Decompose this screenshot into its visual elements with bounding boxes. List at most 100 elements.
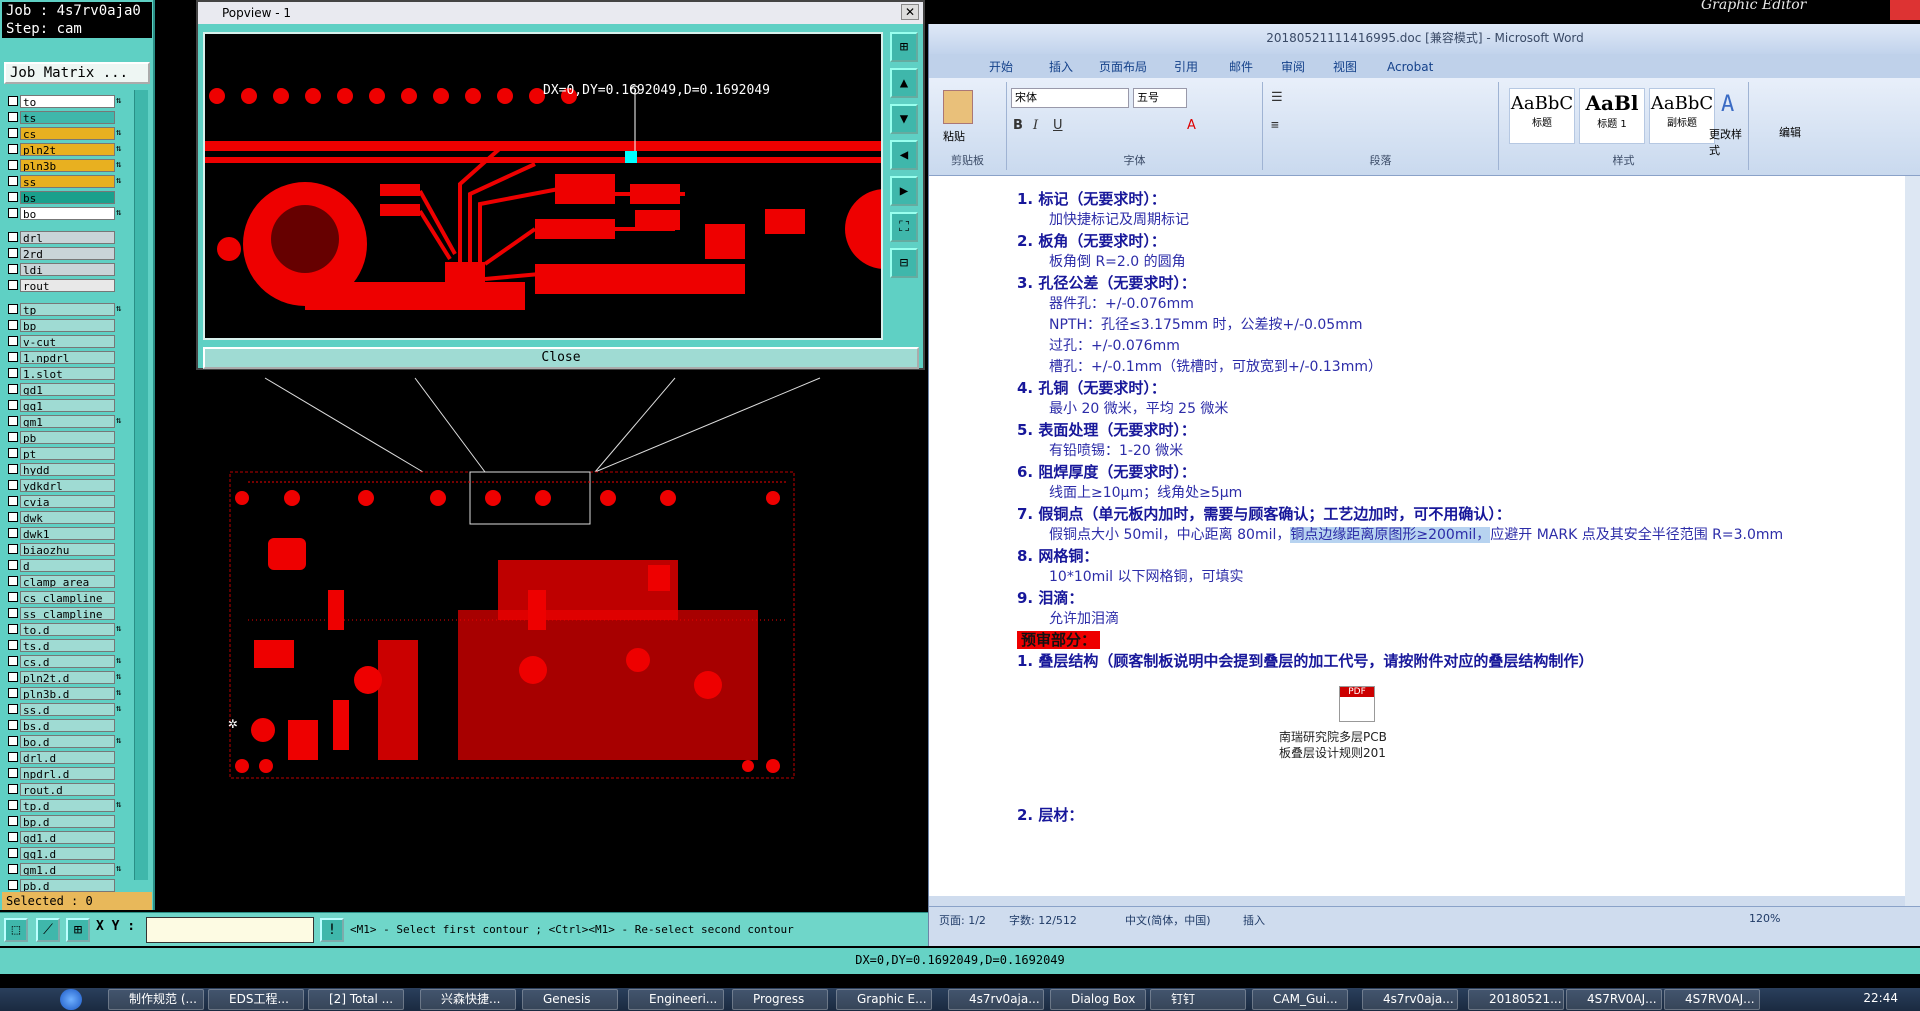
layer-name[interactable]: ss bbox=[20, 174, 115, 188]
layer-name[interactable]: dwk1 bbox=[20, 526, 115, 540]
doc-heading[interactable]: 2. 层材： bbox=[1017, 804, 1083, 825]
layer-checkbox[interactable] bbox=[8, 656, 18, 666]
doc-text-line[interactable]: 槽孔：+/-0.1mm（铣槽时，可放宽到+/-0.13mm） bbox=[1049, 356, 1382, 376]
layer-checkbox[interactable] bbox=[8, 128, 18, 138]
layer-checkbox[interactable] bbox=[8, 512, 18, 522]
layer-name[interactable]: ldi bbox=[20, 262, 115, 276]
document-area[interactable]: 1. 标记（无要求时）： 加快捷标记及周期标记 2. 板角（无要求时）： 板角倒 R=… bbox=[929, 176, 1920, 906]
doc-text-line[interactable]: 允许加泪滴 bbox=[1049, 608, 1119, 628]
layer-row[interactable]: gm1 ⇅ bbox=[4, 414, 126, 428]
doc-heading[interactable]: 4. 孔铜（无要求时）： bbox=[1017, 377, 1166, 398]
layer-name[interactable]: gd1 bbox=[20, 382, 115, 396]
layer-row[interactable]: pln3b ⇅ bbox=[4, 158, 126, 172]
tab-layout[interactable]: 页面布局 bbox=[1099, 57, 1147, 77]
layer-checkbox[interactable] bbox=[8, 768, 18, 778]
layer-checkbox[interactable] bbox=[8, 480, 18, 490]
layer-checkbox[interactable] bbox=[8, 544, 18, 554]
layer-checkbox[interactable] bbox=[8, 752, 18, 762]
layer-checkbox[interactable] bbox=[8, 384, 18, 394]
layer-name[interactable]: bs bbox=[20, 190, 115, 204]
layer-name[interactable]: 1.slot bbox=[20, 366, 115, 380]
layer-row[interactable]: cs ⇅ bbox=[4, 126, 126, 140]
layer-name[interactable]: ydkdrl bbox=[20, 478, 115, 492]
attachment-label[interactable]: 南瑞研究院多层PCB bbox=[1279, 728, 1387, 745]
layer-row[interactable]: 1.slot bbox=[4, 366, 126, 380]
layer-name[interactable]: bp.d bbox=[20, 814, 115, 828]
pan-up-icon[interactable]: ▲ bbox=[890, 68, 918, 98]
doc-heading[interactable]: 5. 表面处理（无要求时）： bbox=[1017, 419, 1196, 440]
layer-row[interactable]: clamp_area bbox=[4, 574, 126, 588]
layer-row[interactable]: tp.d ⇅ bbox=[4, 798, 126, 812]
underline-icon[interactable]: U bbox=[1053, 118, 1063, 133]
layer-row[interactable]: rout.d bbox=[4, 782, 126, 796]
layer-row[interactable]: ss.d ⇅ bbox=[4, 702, 126, 716]
taskbar-item[interactable]: Progress bbox=[732, 989, 828, 1010]
layer-row[interactable]: pln2t.d ⇅ bbox=[4, 670, 126, 684]
start-icon[interactable] bbox=[60, 989, 82, 1010]
layer-name[interactable]: ss.d bbox=[20, 702, 115, 716]
layer-row[interactable]: ts bbox=[4, 110, 126, 124]
layer-checkbox[interactable] bbox=[8, 864, 18, 874]
taskbar-item[interactable]: 钉钉 bbox=[1150, 989, 1246, 1010]
zoom-fit-icon[interactable]: ⛶ bbox=[890, 212, 918, 242]
layer-name[interactable]: clamp_area bbox=[20, 574, 115, 588]
style-heading[interactable]: AaBbC 标题 bbox=[1509, 88, 1575, 144]
layer-checkbox[interactable] bbox=[8, 232, 18, 242]
doc-heading[interactable]: 7. 假铜点（单元板内加时，需要与顾客确认；工艺边加时，可不用确认）： bbox=[1017, 503, 1511, 524]
taskbar-item[interactable]: CAM_Gui... bbox=[1252, 989, 1348, 1010]
layer-row[interactable]: v-cut bbox=[4, 334, 126, 348]
layer-name[interactable]: ts bbox=[20, 110, 115, 124]
doc-text-line[interactable]: 加快捷标记及周期标记 bbox=[1049, 209, 1189, 229]
taskbar-item[interactable]: EDS工程... bbox=[208, 989, 304, 1010]
layer-name[interactable]: rout.d bbox=[20, 782, 115, 796]
attachment-label[interactable]: 板叠层设计规则201 bbox=[1279, 744, 1386, 761]
popview-canvas[interactable]: DX=0,DY=0.1692049,D=0.1692049 bbox=[203, 32, 883, 340]
layer-checkbox[interactable] bbox=[8, 640, 18, 650]
layer-row[interactable]: bo ⇅ bbox=[4, 206, 126, 220]
font-color-icon[interactable]: A bbox=[1187, 118, 1196, 133]
grid-icon[interactable]: ⊞ bbox=[66, 918, 90, 942]
layer-name[interactable]: pt bbox=[20, 446, 115, 460]
doc-text-line[interactable]: 有铅喷锡：1-20 微米 bbox=[1049, 440, 1183, 460]
layer-checkbox[interactable] bbox=[8, 672, 18, 682]
pan-down-icon[interactable]: ▼ bbox=[890, 104, 918, 134]
style-heading-1[interactable]: AaBl 标题 1 bbox=[1579, 88, 1645, 144]
xy-input[interactable] bbox=[146, 917, 314, 943]
layer-name[interactable]: bs.d bbox=[20, 718, 115, 732]
taskbar-item[interactable]: 20180521... bbox=[1468, 989, 1564, 1010]
layer-checkbox[interactable] bbox=[8, 496, 18, 506]
bullets-icon[interactable]: ☰ bbox=[1271, 90, 1283, 105]
layer-name[interactable]: to.d bbox=[20, 622, 115, 636]
layer-name[interactable]: gg1.d bbox=[20, 846, 115, 860]
layer-name[interactable]: tp bbox=[20, 302, 115, 316]
layer-checkbox[interactable] bbox=[8, 320, 18, 330]
layer-checkbox[interactable] bbox=[8, 720, 18, 730]
layer-name[interactable]: hydd bbox=[20, 462, 115, 476]
doc-heading[interactable]: 1. 标记（无要求时）： bbox=[1017, 188, 1166, 209]
style-subtitle[interactable]: AaBbC 副标题 bbox=[1649, 88, 1715, 144]
layer-checkbox[interactable] bbox=[8, 448, 18, 458]
layer-name[interactable]: gg1 bbox=[20, 398, 115, 412]
align-left-icon[interactable]: ≡ bbox=[1271, 118, 1279, 133]
layer-checkbox[interactable] bbox=[8, 816, 18, 826]
doc-heading[interactable]: 8. 网格铜： bbox=[1017, 545, 1098, 566]
layer-checkbox[interactable] bbox=[8, 624, 18, 634]
doc-section-label[interactable]: 预审部分： bbox=[1017, 629, 1101, 650]
layer-row[interactable]: pln3b.d ⇅ bbox=[4, 686, 126, 700]
doc-heading[interactable]: 6. 阻焊厚度（无要求时）： bbox=[1017, 461, 1196, 482]
tab-mailings[interactable]: 邮件 bbox=[1229, 57, 1253, 77]
doc-text-line[interactable]: 过孔：+/-0.076mm bbox=[1049, 335, 1180, 355]
tab-home[interactable]: 开始 bbox=[989, 57, 1013, 77]
layer-checkbox[interactable] bbox=[8, 576, 18, 586]
layer-row[interactable]: gg1 bbox=[4, 398, 126, 412]
layer-checkbox[interactable] bbox=[8, 784, 18, 794]
zoom-level[interactable]: 120% bbox=[1749, 912, 1780, 925]
layer-name[interactable]: pln3b bbox=[20, 158, 115, 172]
layer-name[interactable]: cs bbox=[20, 126, 115, 140]
layer-row[interactable]: to.d ⇅ bbox=[4, 622, 126, 636]
tab-insert[interactable]: 插入 bbox=[1049, 57, 1073, 77]
doc-text-line[interactable]: 板角倒 R=2.0 的圆角 bbox=[1049, 251, 1186, 271]
taskbar-item[interactable]: Dialog Box bbox=[1050, 989, 1146, 1010]
layer-row[interactable]: drl.d bbox=[4, 750, 126, 764]
layer-checkbox[interactable] bbox=[8, 416, 18, 426]
